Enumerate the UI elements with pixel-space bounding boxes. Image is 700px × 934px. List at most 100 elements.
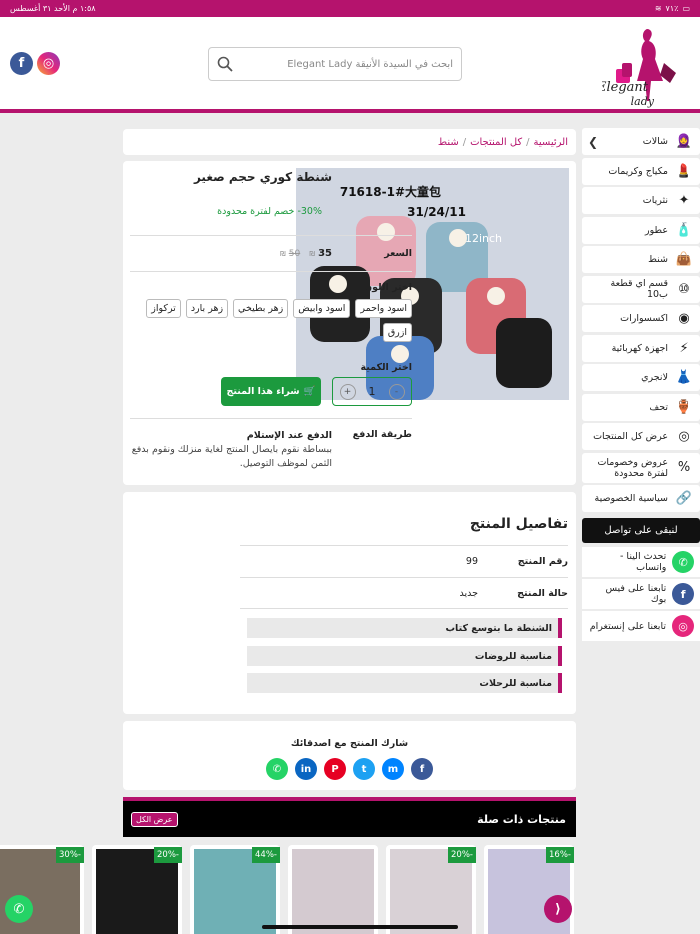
product-details-card: تفاصيل المنتج رقم المنتج 99 حالة المنتج …: [123, 492, 576, 714]
site-logo[interactable]: Elegant lady: [596, 23, 692, 109]
share-pinterest-icon[interactable]: P: [324, 758, 346, 780]
electronics-icon: ⚡: [679, 340, 689, 356]
sidebar-item[interactable]: 🧕 شالات ❯: [582, 128, 700, 155]
sidebar-item-label: شالات: [642, 136, 668, 147]
sidebar-item-label: اكسسوارات: [620, 313, 668, 324]
price-current: 35: [318, 248, 332, 259]
wifi-icon: ≋: [654, 4, 662, 13]
related-product-card[interactable]: -20%: [386, 845, 476, 934]
sidebar-item[interactable]: ◎ عرض كل المنتجات: [582, 423, 700, 450]
detail-value: 99: [465, 556, 478, 567]
share-messenger-icon[interactable]: m: [382, 758, 404, 780]
share-facebook-icon[interactable]: f: [411, 758, 433, 780]
facebook-icon: f: [672, 583, 694, 605]
discount-badge: -44%: [252, 847, 280, 863]
breadcrumb-current[interactable]: شنط: [438, 137, 459, 148]
related-product-card[interactable]: -20%: [92, 845, 182, 934]
related-product-image[interactable]: [292, 849, 374, 934]
payment-info: الدفع عند الإستلام ببساطة نقوم بايصال ال…: [130, 429, 332, 471]
sidebar-item[interactable]: 👗 لانجري: [582, 364, 700, 391]
breadcrumb-all-products[interactable]: كل المنتجات: [470, 137, 522, 148]
sidebar-item[interactable]: 💄 مكياج وكريمات: [582, 157, 700, 185]
home-indicator: [262, 925, 458, 929]
status-time: ١:٥٨ م: [72, 4, 96, 13]
currency-symbol: ₪: [309, 250, 315, 258]
sidebar-item-label: عطور: [645, 224, 668, 236]
sidebar-item[interactable]: ⑩ قسم اي قطعة ب10: [582, 275, 700, 303]
svg-text:12inch: 12inch: [465, 232, 502, 245]
color-option[interactable]: زهر بطيخي: [233, 299, 289, 318]
whatsapp-fab-icon[interactable]: ✆: [5, 895, 33, 923]
chevron-left-icon[interactable]: ❯: [588, 135, 598, 149]
detail-row-number: رقم المنتج 99: [240, 545, 568, 577]
search-icon[interactable]: [217, 56, 233, 72]
feature-item: مناسبة للرحلات: [247, 673, 562, 693]
share-fab-icon[interactable]: ⟨: [544, 895, 572, 923]
share-twitter-icon[interactable]: t: [353, 758, 375, 780]
status-bar: ≋ ٧١٪ ▭ ١:٥٨ م الأحد ٣١ أغسطس: [0, 0, 700, 17]
detail-key: رقم المنتج: [517, 556, 568, 567]
sidebar-item[interactable]: 🔗 سياسية الخصوصية: [582, 485, 700, 512]
share-whatsapp-icon[interactable]: ✆: [266, 758, 288, 780]
sidebar-item-label: اجهزة كهربائية: [611, 342, 668, 354]
discount-badge: -30%: [56, 847, 84, 863]
sidebar-item[interactable]: ⚡ اجهزة كهربائية: [582, 334, 700, 362]
color-options: اسود واحمر اسود وابيض زهر بطيخي زهر بارد ترك…: [130, 299, 412, 348]
contact-item[interactable]: f تابعنا على فيس بوك: [582, 579, 700, 609]
share-title: شارك المنتج مع اصدقائك: [290, 738, 409, 749]
scarf-woman-icon: 🧕: [675, 134, 693, 149]
feature-item: مناسبة للروضات: [247, 646, 562, 666]
sidebar-item[interactable]: 🏺 تحف: [582, 393, 700, 421]
discount-badge: -20%: [154, 847, 182, 863]
breadcrumb-separator: /: [462, 136, 467, 148]
svg-text:Elegant: Elegant: [602, 80, 649, 95]
purchase-row: - 1 + 🛒 شراء هذا المنتج: [130, 377, 412, 419]
related-product-card[interactable]: -44%: [190, 845, 280, 934]
sidebar-item-label: نثريات: [642, 195, 668, 206]
view-all-button[interactable]: عرض الكل: [131, 811, 178, 827]
price-label: السعر: [384, 248, 412, 259]
sidebar-item-label: عروض وخصومات لفترة محدودة: [597, 456, 668, 479]
search-box[interactable]: ابحث في السيدة الأنيقة Elegant Lady: [208, 47, 462, 81]
sidebar-item[interactable]: 🧴 عطور: [582, 216, 700, 244]
facebook-icon[interactable]: f: [10, 52, 33, 75]
sidebar-item-label: قسم اي قطعة ب10: [610, 278, 668, 300]
sidebar-item[interactable]: ✦ نثريات: [582, 187, 700, 214]
breadcrumb-home[interactable]: الرئيسية: [534, 137, 568, 148]
contact-item[interactable]: ◎ تابعنا على إنستغرام: [582, 611, 700, 641]
related-product-card[interactable]: [288, 845, 378, 934]
discount-badge: -16%: [546, 847, 574, 863]
header-social-links: f ◎: [10, 52, 60, 75]
link-icon: 🔗: [675, 491, 693, 506]
color-option[interactable]: ازرق: [382, 323, 412, 342]
share-card: شارك المنتج مع اصدقائك ✆ in P t m f: [123, 721, 576, 790]
increase-button[interactable]: +: [339, 383, 356, 400]
color-option[interactable]: اسود واحمر: [355, 299, 412, 318]
color-option[interactable]: تركواز: [146, 299, 181, 318]
instagram-icon[interactable]: ◎: [37, 52, 60, 75]
color-option[interactable]: زهر بارد: [185, 299, 229, 318]
contact-item[interactable]: ✆ تحدث الينا - واتساب: [582, 547, 700, 577]
sidebar-item-label: تحف: [649, 401, 668, 413]
antiques-icon: 🏺: [675, 399, 693, 415]
sidebar-item[interactable]: 👜 شنط: [582, 246, 700, 273]
details-title: تفاصيل المنتج: [469, 516, 568, 532]
cosmetics-icon: 💄: [675, 163, 693, 179]
share-linkedin-icon[interactable]: in: [295, 758, 317, 780]
sidebar-item[interactable]: ◉ اكسسوارات: [582, 305, 700, 332]
decrease-button[interactable]: -: [388, 383, 405, 400]
quantity-value[interactable]: 1: [369, 385, 376, 398]
color-option[interactable]: اسود وابيض: [293, 299, 351, 318]
buy-button[interactable]: 🛒 شراء هذا المنتج: [221, 377, 321, 406]
payment-row: طريقة الدفع الدفع عند الإستلام ببساطة نق…: [130, 419, 412, 471]
price-row: السعر 35 ₪ 50 ₪: [130, 236, 412, 272]
status-datetime: ١:٥٨ م الأحد ٣١ أغسطس: [10, 4, 96, 13]
quantity-stepper[interactable]: - 1 +: [332, 377, 412, 406]
feature-item: الشنطة ما بتوسع كتاب: [247, 618, 562, 638]
contact-label: تابعنا على فيس بوك: [605, 583, 667, 605]
sidebar-item[interactable]: % عروض وخصومات لفترة محدودة: [582, 452, 700, 483]
search-input[interactable]: ابحث في السيدة الأنيقة Elegant Lady: [239, 59, 453, 70]
product-info: شنطة كوري حجم صغير 30%- خصم لفترة محدودة…: [130, 161, 412, 471]
payment-description: ببساطة نقوم بايصال المنتج لغاية منزلك ون…: [131, 444, 332, 469]
bag-icon: 👜: [675, 252, 693, 267]
